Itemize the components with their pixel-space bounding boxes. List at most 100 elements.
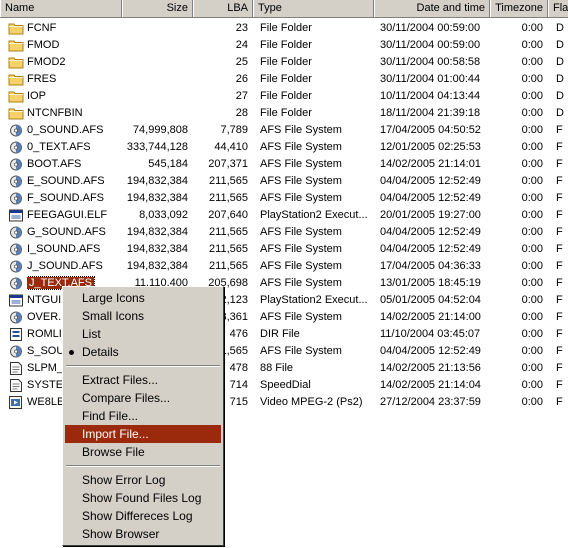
menu-browse-file[interactable]: Browse File (65, 443, 221, 461)
menu-large-icons[interactable]: Large Icons (65, 289, 221, 307)
file-lba: 211,565 (196, 241, 248, 258)
file-flag-text: F (556, 158, 563, 170)
file-type-text: SpeedDial (260, 379, 311, 391)
file-type-text: PlayStation2 Execut... (260, 294, 368, 306)
file-type: AFS File System (260, 241, 368, 258)
file-flag-text: F (556, 141, 563, 153)
file-date-text: 04/04/2005 12:52:49 (380, 243, 481, 255)
afs-file-icon (8, 122, 24, 139)
file-flag: F (556, 190, 568, 207)
file-row[interactable]: FEEGAGUI.ELF 8,033,092 207,640 PlayStation2… (0, 207, 568, 224)
file-flag-text: D (556, 107, 564, 119)
file-flag: F (556, 122, 568, 139)
file-size: 545,184 (112, 156, 188, 173)
file-type-text: AFS File System (260, 226, 342, 238)
file-type-text: AFS File System (260, 124, 342, 136)
file-size-text: 333,744,128 (126, 141, 188, 153)
file-timezone-text: 0:00 (521, 192, 543, 204)
file-date: 30/11/2004 00:59:00 (380, 20, 488, 37)
file-lba: 211,565 (196, 190, 248, 207)
file-flag: D (556, 88, 568, 105)
column-header-flags[interactable]: Fla (548, 0, 568, 17)
file-row[interactable]: J_SOUND.AFS 194,832,384 211,565 AFS File Sy… (0, 258, 568, 275)
file-size: 194,832,384 (112, 173, 188, 190)
menu-show-browser[interactable]: Show Browser (65, 525, 221, 543)
file-row[interactable]: NTCNFBIN 28 File Folder 18/11/2004 21:39:18… (0, 105, 568, 122)
column-header-bar: Name Size LBA Type Date and time Timezon… (0, 0, 568, 18)
menu-compare-files[interactable]: Compare Files... (65, 389, 221, 407)
folder-icon (8, 71, 24, 88)
file-timezone-text: 0:00 (521, 73, 543, 85)
file-flag: D (556, 37, 568, 54)
file-row[interactable]: FCNF 23 File Folder 30/11/2004 00:59:00 0:00… (0, 20, 568, 37)
file-flag-text: D (556, 73, 564, 85)
file-lba: 211,565 (196, 173, 248, 190)
column-header-timezone[interactable]: Timezone (490, 0, 548, 17)
file-name-text: FCNF (27, 22, 57, 34)
file-row[interactable]: FMOD 24 File Folder 30/11/2004 00:59:00 0:00… (0, 37, 568, 54)
afs-file-icon (8, 258, 24, 275)
column-header-lba[interactable]: LBA (193, 0, 253, 17)
file-date-text: 04/04/2005 12:52:49 (380, 345, 481, 357)
file-type-text: AFS File System (260, 141, 342, 153)
file-type-text: File Folder (260, 73, 312, 85)
file-row[interactable]: E_SOUND.AFS 194,832,384 211,565 AFS File Sy… (0, 173, 568, 190)
file-timezone: 0:00 (495, 173, 543, 190)
file-lba-text: 27 (235, 90, 248, 102)
file-row[interactable]: 0_SOUND.AFS 74,999,808 7,789 AFS File Syste… (0, 122, 568, 139)
column-header-size[interactable]: Size (122, 0, 193, 17)
file-name-text: FRES (27, 73, 57, 85)
file-type-text: File Folder (260, 22, 312, 34)
menu-extract-files[interactable]: Extract Files... (65, 371, 221, 389)
file-size-text: 194,832,384 (126, 192, 188, 204)
file-row[interactable]: BOOT.AFS 545,184 207,371 AFS File System 14/… (0, 156, 568, 173)
file-flag: F (556, 241, 568, 258)
file-size: 194,832,384 (112, 258, 188, 275)
column-header-type[interactable]: Type (253, 0, 374, 17)
file-row[interactable]: F_SOUND.AFS 194,832,384 211,565 AFS File Sy… (0, 190, 568, 207)
file-type: AFS File System (260, 173, 368, 190)
menu-small-icons[interactable]: Small Icons (65, 307, 221, 325)
menu-show-error-log[interactable]: Show Error Log (65, 471, 221, 489)
file-flag: F (556, 309, 568, 326)
file-flag-text: F (556, 294, 563, 306)
file-type-text: File Folder (260, 39, 312, 51)
menu-show-found-files-log[interactable]: Show Found Files Log (65, 489, 221, 507)
folder-icon (8, 88, 24, 105)
file-lba-text: 211,565 (209, 260, 248, 272)
menu-list[interactable]: List (65, 325, 221, 343)
column-header-name[interactable]: Name (0, 0, 122, 17)
folder-icon (8, 37, 24, 54)
file-timezone: 0:00 (495, 292, 543, 309)
column-header-date[interactable]: Date and time (374, 0, 490, 17)
file-lba-text: 211,565 (209, 243, 248, 255)
file-timezone-text: 0:00 (521, 90, 543, 102)
menu-details[interactable]: Details (65, 343, 221, 361)
menu-find-file[interactable]: Find File... (65, 407, 221, 425)
file-lba-text: 23 (235, 22, 248, 34)
file-row[interactable]: G_SOUND.AFS 194,832,384 211,565 AFS File Sy… (0, 224, 568, 241)
file-row[interactable]: FMOD2 25 File Folder 30/11/2004 00:58:58 0:0… (0, 54, 568, 71)
menu-show-differeces-log[interactable]: Show Differeces Log (65, 507, 221, 525)
file-date-text: 18/11/2004 21:39:18 (380, 107, 481, 119)
file-row[interactable]: I_SOUND.AFS 194,832,384 211,565 AFS File Sy… (0, 241, 568, 258)
file-type-text: AFS File System (260, 260, 342, 272)
file-type-text: Video MPEG-2 (Ps2) (260, 396, 363, 408)
file-lba: 23 (196, 20, 248, 37)
file-type: File Folder (260, 37, 368, 54)
file-size-text: 74,999,808 (132, 124, 188, 136)
file-type-text: File Folder (260, 107, 312, 119)
file-type: AFS File System (260, 343, 368, 360)
file-lba: 26 (196, 71, 248, 88)
file-row[interactable]: 0_TEXT.AFS 333,744,128 44,410 AFS File Syst… (0, 139, 568, 156)
file-timezone-text: 0:00 (521, 124, 543, 136)
menu-import-file[interactable]: Import File... (65, 425, 221, 443)
file-date-text: 10/11/2004 04:13:44 (380, 90, 481, 102)
file-row[interactable]: IOP 27 File Folder 10/11/2004 04:13:44 0:00 D (0, 88, 568, 105)
file-flag-text: F (556, 277, 563, 289)
file-date-text: 14/02/2005 21:14:00 (380, 311, 481, 323)
file-size-text: 194,832,384 (126, 226, 188, 238)
file-flag-text: F (556, 379, 563, 391)
file-date-text: 17/04/2005 04:36:33 (380, 260, 481, 272)
file-row[interactable]: FRES 26 File Folder 30/11/2004 01:00:44 0:00… (0, 71, 568, 88)
